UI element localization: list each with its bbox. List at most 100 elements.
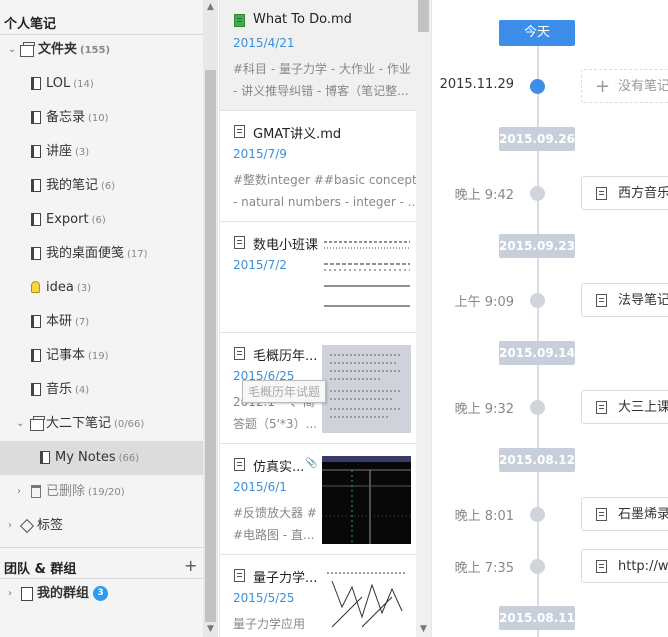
chevron-right-icon[interactable]: › bbox=[8, 577, 12, 611]
lightbulb-icon bbox=[31, 281, 40, 293]
timeline-date-chip: 2015.09.14 bbox=[499, 341, 575, 365]
sidebar-item-label: My Notes (66) bbox=[55, 450, 140, 465]
note-date: 2015/5/25 bbox=[233, 591, 295, 605]
timeline-time: 晚上 7:35 bbox=[454, 561, 514, 576]
note-item[interactable]: 仿真实... 📎 2015/6/1 #反馈放大器 # #电路图 - 直... bbox=[220, 444, 417, 555]
sidebar-item-notebook[interactable]: 备忘录 (10) bbox=[0, 101, 203, 135]
note-date: 2015/6/1 bbox=[233, 480, 287, 494]
sidebar-item-my-group[interactable]: › 我的群组 3 bbox=[0, 577, 203, 611]
timeline-note-card[interactable]: 法导笔记 bbox=[581, 283, 668, 317]
note-icon bbox=[234, 125, 245, 138]
tag-icon bbox=[19, 518, 35, 534]
folder-icon bbox=[20, 42, 35, 57]
note-item[interactable]: 数电小班课 2015/7/2 bbox=[220, 222, 417, 333]
team-groups-header: 团队 & 群组 bbox=[4, 562, 77, 577]
note-icon bbox=[596, 294, 607, 307]
tooltip: 毛概历年试题 bbox=[242, 380, 327, 403]
sidebar: 个人笔记 ⌄ 文件夹 (155) LOL (14) 备忘录 (10) 讲座 (3) 我的笔记(… bbox=[0, 0, 203, 637]
scroll-up-icon[interactable]: ▲ bbox=[203, 2, 218, 12]
sidebar-item-notebook[interactable]: 我的桌面便笺 (17) bbox=[0, 237, 203, 271]
note-item[interactable]: GMAT讲义.md 2015/7/9 #整数integer ##basic co… bbox=[220, 111, 417, 222]
note-icon bbox=[596, 187, 607, 200]
handwriting-thumbnail-icon bbox=[324, 241, 410, 307]
timeline-time: 上午 9:09 bbox=[454, 295, 514, 310]
scroll-down-icon[interactable]: ▼ bbox=[416, 624, 431, 634]
sidebar-item-label: 已删除 (19/20) bbox=[46, 484, 125, 499]
note-title: What To Do.md bbox=[253, 12, 352, 27]
note-icon bbox=[234, 236, 245, 249]
timeline-dot bbox=[530, 559, 545, 574]
notebook-icon bbox=[31, 111, 41, 124]
personal-notes-header: 个人笔记 bbox=[4, 17, 57, 32]
note-date: 2015/7/2 bbox=[233, 258, 287, 272]
sidebar-scrollbar[interactable]: ▲ ▼ bbox=[203, 0, 218, 637]
timeline-note-title: 大三上课 bbox=[618, 400, 668, 415]
sidebar-item-label: 我的笔记 (6) bbox=[46, 178, 116, 193]
sidebar-item-deleted[interactable]: › 已删除 (19/20) bbox=[0, 475, 203, 509]
sidebar-item-subfolder[interactable]: ⌄ 大二下笔记 (0/66) bbox=[0, 407, 203, 441]
scrollbar-thumb[interactable] bbox=[418, 0, 429, 32]
scroll-down-icon[interactable]: ▼ bbox=[203, 624, 218, 634]
chevron-right-icon[interactable]: › bbox=[8, 509, 12, 543]
sidebar-item-notebook[interactable]: 讲座 (3) bbox=[0, 135, 203, 169]
timeline-note-title: 没有笔记 bbox=[618, 79, 668, 94]
chevron-down-icon[interactable]: ⌄ bbox=[16, 407, 24, 441]
divider bbox=[0, 547, 203, 548]
sidebar-item-notebook[interactable]: LOL (14) bbox=[0, 67, 203, 101]
note-icon bbox=[596, 508, 607, 521]
timeline-note-card[interactable]: 石墨烯录 bbox=[581, 497, 668, 531]
sidebar-item-label: 我的桌面便笺 (17) bbox=[46, 246, 148, 261]
note-icon bbox=[234, 347, 245, 360]
plus-icon: + bbox=[595, 76, 611, 97]
note-thumbnail bbox=[322, 567, 411, 637]
timeline-note-card[interactable]: 西方音乐 bbox=[581, 176, 668, 210]
add-group-button[interactable]: + bbox=[184, 556, 197, 575]
notelist-scrollbar[interactable]: ▼ bbox=[416, 0, 431, 637]
sidebar-item-label: 本研 (7) bbox=[46, 314, 90, 329]
sidebar-item-folder[interactable]: ⌄ 文件夹 (155) bbox=[0, 33, 203, 67]
sidebar-item-my-notes[interactable]: My Notes (66) bbox=[0, 441, 203, 475]
chevron-right-icon[interactable]: › bbox=[17, 475, 21, 509]
timeline-date-chip: 2015.09.26 bbox=[499, 127, 575, 151]
sidebar-item-label: Export (6) bbox=[46, 212, 106, 227]
note-icon bbox=[234, 569, 245, 582]
sidebar-item-label: 备忘录 (10) bbox=[46, 110, 109, 125]
sidebar-item-notebook[interactable]: 音乐 (4) bbox=[0, 373, 203, 407]
trash-icon bbox=[31, 485, 41, 498]
sidebar-item-label: 大二下笔记 (0/66) bbox=[46, 416, 145, 431]
add-note-card[interactable]: + 没有笔记 bbox=[581, 69, 668, 103]
sidebar-item-label: 标签 bbox=[37, 518, 64, 533]
timeline-note-card[interactable]: http://w bbox=[581, 549, 668, 583]
note-item[interactable]: What To Do.md 2015/4/21 #科目 - 量子力学 - 大作业… bbox=[220, 0, 417, 111]
sidebar-item-notebook[interactable]: Export (6) bbox=[0, 203, 203, 237]
note-thumbnail bbox=[322, 234, 411, 322]
note-icon bbox=[596, 560, 607, 573]
sidebar-item-notebook[interactable]: 本研 (7) bbox=[0, 305, 203, 339]
notebook-icon bbox=[31, 349, 41, 362]
note-snippet: 量子力学应用 bbox=[233, 617, 306, 631]
scrollbar-thumb[interactable] bbox=[205, 70, 216, 622]
attachment-icon: 📎 bbox=[305, 458, 318, 469]
timeline-time: 晚上 9:42 bbox=[454, 188, 514, 203]
note-title: 毛概历年... bbox=[253, 349, 318, 364]
timeline-note-card[interactable]: 大三上课 bbox=[581, 390, 668, 424]
notification-badge: 3 bbox=[93, 586, 109, 601]
timeline-date-chip: 2015.08.11 bbox=[499, 606, 575, 630]
notebook-icon bbox=[31, 383, 41, 396]
chevron-down-icon[interactable]: ⌄ bbox=[8, 33, 16, 67]
note-thumbnail bbox=[322, 456, 411, 544]
timeline-dot bbox=[530, 186, 545, 201]
sidebar-item-label: 记事本 (19) bbox=[46, 348, 109, 363]
document-photo-icon bbox=[322, 345, 411, 433]
note-list: What To Do.md 2015/4/21 #科目 - 量子力学 - 大作业… bbox=[219, 0, 417, 637]
today-button[interactable]: 今天 bbox=[499, 20, 575, 46]
sidebar-item-label: LOL (14) bbox=[46, 76, 94, 91]
note-snippet: #科目 - 量子力学 - 大作业 - 作业 - 讲义推导纠错 - 博客（笔记整.… bbox=[233, 62, 411, 98]
sidebar-item-notebook[interactable]: idea (3) bbox=[0, 271, 203, 305]
note-item[interactable]: 量子力学... 2015/5/25 量子力学应用 bbox=[220, 555, 417, 637]
sidebar-item-notebook[interactable]: 记事本 (19) bbox=[0, 339, 203, 373]
sidebar-item-tags[interactable]: › 标签 bbox=[0, 509, 203, 543]
sidebar-item-notebook[interactable]: 我的笔记 (6) bbox=[0, 169, 203, 203]
note-title: 量子力学... bbox=[253, 571, 318, 586]
timeline-time: 2015.11.29 bbox=[439, 77, 514, 92]
